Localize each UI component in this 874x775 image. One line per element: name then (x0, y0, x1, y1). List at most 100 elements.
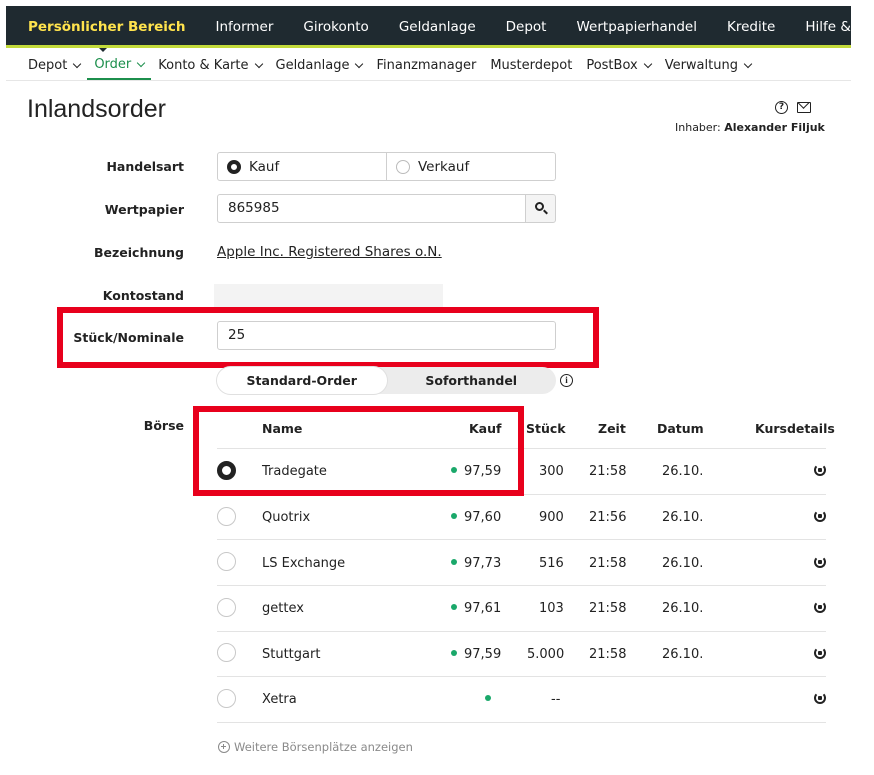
column-header-kursdetails: Kursdetails (755, 421, 835, 436)
exchange-kauf: 97,61 (451, 601, 501, 616)
page-title: Inlandsorder (27, 95, 166, 123)
table-divider (217, 631, 826, 632)
topnav-informer[interactable]: Informer (201, 7, 289, 47)
kursdetails-refresh-icon[interactable] (814, 556, 826, 568)
subnav-depot[interactable]: Depot (6, 52, 87, 80)
ordertype-standard-order[interactable]: Standard-Order (217, 367, 387, 394)
kursdetails-refresh-icon[interactable] (814, 510, 826, 522)
exchange-kauf: 97,60 (451, 510, 501, 525)
subnav-label: Geldanlage (275, 58, 350, 73)
option-label: Kauf (249, 158, 280, 175)
status-dot-icon (451, 650, 457, 656)
topnav-accent-bar (6, 45, 851, 48)
exchange-zeit: 21:56 (589, 510, 627, 525)
topnav-girokonto[interactable]: Girokonto (288, 7, 383, 47)
kauf-value: 97,73 (464, 556, 502, 571)
handelsart-selector: Kauf Verkauf (217, 152, 556, 181)
exchange-zeit: 21:58 (589, 647, 627, 662)
exchange-datum: 26.10. (662, 464, 704, 479)
exchange-datum: 26.10. (662, 647, 704, 662)
chevron-down-icon (137, 58, 146, 67)
subnav-verwaltung[interactable]: Verwaltung (658, 52, 758, 80)
exchange-kauf: 97,59 (451, 647, 501, 662)
sub-navigation: Depot Order Konto & Karte Geldanlage Fin… (6, 51, 851, 81)
bezeichnung-label: Bezeichnung (94, 245, 184, 260)
handelsart-verkauf-option[interactable]: Verkauf (386, 153, 555, 180)
exchange-stueck: -- (551, 692, 561, 707)
kursdetails-refresh-icon[interactable] (814, 464, 826, 476)
exchange-name: gettex (262, 601, 304, 616)
topnav-hilfe-service[interactable]: Hilfe & Service (790, 7, 874, 47)
mail-icon[interactable] (797, 102, 811, 113)
subnav-finanzmanager[interactable]: Finanzmanager (369, 52, 483, 80)
plus-circle-icon (218, 741, 230, 753)
kontostand-value (214, 284, 443, 308)
ordertype-soforthandel[interactable]: Soforthandel (387, 367, 557, 394)
table-divider (217, 539, 826, 540)
topnav-wertpapierhandel[interactable]: Wertpapierhandel (561, 7, 712, 47)
column-header-datum: Datum (657, 421, 704, 436)
exchange-name: Xetra (262, 692, 297, 707)
topnav-kredite[interactable]: Kredite (712, 7, 790, 47)
subnav-musterdepot[interactable]: Musterdepot (483, 52, 579, 80)
status-dot-icon (451, 513, 457, 519)
topnav-geldanlage[interactable]: Geldanlage (384, 7, 491, 47)
status-dot-icon (451, 604, 457, 610)
option-label: Verkauf (418, 158, 470, 175)
security-name-link[interactable]: Apple Inc. Registered Shares o.N. (217, 244, 442, 260)
info-icon[interactable]: i (560, 374, 573, 387)
table-divider (217, 722, 826, 723)
kursdetails-refresh-icon[interactable] (814, 692, 826, 704)
exchange-datum: 26.10. (662, 556, 704, 571)
highlight-box-quantity (57, 307, 599, 368)
subnav-label: Konto & Karte (158, 58, 249, 73)
topnav-depot[interactable]: Depot (491, 7, 562, 47)
handelsart-kauf-option[interactable]: Kauf (218, 153, 386, 180)
chevron-down-icon (73, 59, 82, 68)
status-dot-icon (451, 559, 457, 565)
subnav-label: Musterdepot (490, 58, 573, 73)
wertpapier-label: Wertpapier (104, 202, 184, 217)
wertpapier-input[interactable]: 865985 (217, 194, 526, 223)
exchange-stueck: 516 (539, 556, 564, 571)
subnav-postbox[interactable]: PostBox (579, 52, 657, 80)
column-header-stueck: Stück (526, 421, 566, 436)
subnav-konto-karte[interactable]: Konto & Karte (151, 52, 268, 80)
exchange-radio-stuttgart[interactable] (217, 643, 236, 662)
owner-name: Alexander Filjuk (724, 121, 825, 134)
search-button[interactable] (525, 194, 556, 223)
kursdetails-refresh-icon[interactable] (814, 601, 826, 613)
exchange-stueck: 103 (539, 601, 564, 616)
exchange-zeit: 21:58 (589, 464, 627, 479)
exchange-radio-quotrix[interactable] (217, 507, 236, 526)
highlight-box-exchange (193, 406, 524, 496)
exchange-radio-ls-exchange[interactable] (217, 552, 236, 571)
exchange-stueck: 900 (539, 510, 564, 525)
subnav-label: Finanzmanager (376, 58, 477, 73)
radio-selected-icon (227, 159, 241, 174)
subnav-order[interactable]: Order (87, 52, 152, 80)
kontostand-label: Kontostand (102, 288, 184, 303)
subnav-geldanlage[interactable]: Geldanlage (269, 52, 370, 80)
help-icon[interactable]: ? (775, 101, 788, 114)
radio-empty-icon (396, 159, 410, 174)
exchange-kauf: 97,73 (451, 556, 501, 571)
exchange-radio-xetra[interactable] (217, 689, 236, 708)
handelsart-label: Handelsart (106, 159, 184, 174)
kursdetails-refresh-icon[interactable] (814, 647, 826, 659)
topnav-persoenlicher-bereich[interactable]: Persönlicher Bereich (6, 7, 201, 52)
exchange-name: Stuttgart (262, 647, 321, 662)
exchange-name: LS Exchange (262, 556, 346, 571)
exchange-radio-gettex[interactable] (217, 598, 236, 617)
subnav-label: Depot (28, 58, 68, 73)
exchange-stueck: 300 (539, 464, 564, 479)
exchange-name: Quotrix (262, 510, 311, 525)
more-exchanges-link[interactable]: Weitere Börsenplätze anzeigen (218, 740, 413, 754)
subnav-label: Order (94, 57, 132, 72)
exchange-kauf (485, 692, 498, 707)
ordertype-toggle: Standard-Order Soforthandel (217, 367, 556, 394)
search-icon-handle (543, 209, 548, 215)
exchange-datum: 26.10. (662, 601, 704, 616)
status-dot-icon (485, 695, 491, 701)
subnav-label: Verwaltung (664, 58, 738, 73)
